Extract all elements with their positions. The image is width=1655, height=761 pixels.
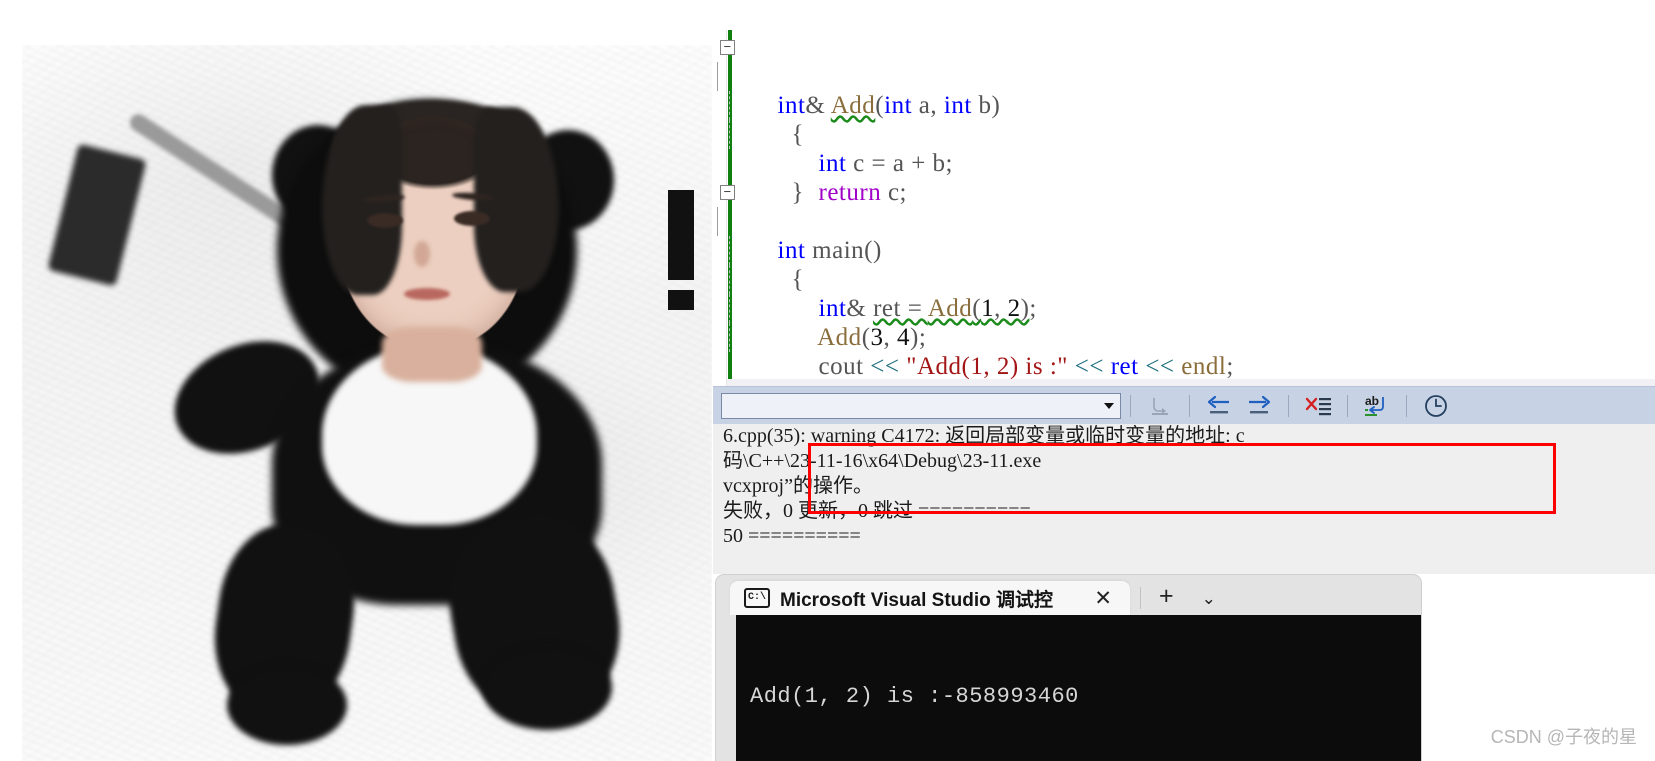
go-to-previous-message-button[interactable]: [1199, 391, 1239, 421]
chevron-down-icon[interactable]: [1104, 402, 1114, 409]
panda-foot-left: [227, 665, 347, 745]
code-line-2: {: [717, 62, 1655, 148]
code-line-3: int c = a + b;: [729, 91, 1655, 177]
code-line-7: {: [717, 207, 1655, 293]
face-eye-left: [367, 213, 403, 228]
toolbar-separator: [1347, 394, 1348, 417]
indent-guide: [729, 294, 730, 323]
exclamation-mark-icon: [668, 190, 694, 310]
code-line-1: − int& Add(int a, int b): [720, 33, 1655, 119]
code-line-10: cout << "Add(1, 2) is :" << ret << endl;: [729, 294, 1655, 380]
console-tab-title: Microsoft Visual Studio 调试控: [780, 589, 1054, 611]
code-line-11: return 0;: [729, 323, 1655, 387]
output-line: vcxproj”的操作。: [723, 475, 873, 497]
indent-guide: [729, 91, 730, 120]
code-line-9: Add(3, 4);: [729, 265, 1655, 351]
chevron-down-icon[interactable]: ⌄: [1188, 589, 1230, 615]
code-line-5: }: [737, 149, 1655, 206]
code-line-8: int& ret = Add(1, 2);: [729, 236, 1655, 322]
code-line-12: }: [737, 352, 1655, 387]
indent-guide: [729, 236, 730, 265]
console-icon: C:\: [744, 588, 770, 608]
meme-image-panel: [22, 45, 712, 761]
output-line: 6.cpp(35): warning C4172: 返回局部变量或临时变量的地址…: [723, 425, 1245, 447]
brace-guide-main: [717, 207, 718, 236]
face-eye-right: [454, 211, 490, 226]
exclamation-dot: [668, 290, 694, 310]
face-mouth: [404, 288, 450, 300]
new-tab-button[interactable]: +: [1145, 582, 1188, 615]
output-toolbar: ab: [713, 386, 1655, 424]
tabbar-separator: [1140, 587, 1141, 609]
code-line-6: − int main(): [720, 178, 1655, 264]
go-to-next-message-button[interactable]: [1239, 391, 1279, 421]
toolbar-separator: [1288, 394, 1289, 417]
close-icon[interactable]: ✕: [1086, 586, 1120, 611]
csdn-watermark: CSDN @子夜的星: [1490, 727, 1637, 747]
toolbar-separator: [1130, 394, 1131, 417]
console-window[interactable]: C:\ Microsoft Visual Studio 调试控 ✕ + ⌄ Ad…: [716, 575, 1421, 761]
brace-guide-add: [717, 62, 718, 91]
output-line: 50 ==========: [723, 525, 861, 547]
indent-guide: [729, 265, 730, 294]
toolbar-separator: [1406, 394, 1407, 417]
toolbar-separator: [1189, 394, 1190, 417]
find-message-in-code-button[interactable]: [1140, 391, 1180, 421]
console-line: Add(1, 2) is :-858993460: [750, 684, 1079, 709]
output-source-select[interactable]: [721, 392, 1121, 419]
toggle-word-wrap-button[interactable]: ab: [1357, 391, 1397, 421]
code-content[interactable]: − int& Add(int a, int b) { int c = a + b…: [717, 33, 1655, 387]
code-line-4: return c;: [729, 120, 1655, 206]
face-neck: [382, 327, 482, 382]
indent-guide: [729, 120, 730, 149]
editor-gutter: [713, 30, 727, 387]
output-line: 码\C++\23-11-16\x64\Debug\23-11.exe: [723, 450, 1042, 472]
code-editor[interactable]: − int& Add(int a, int b) { int c = a + b…: [713, 30, 1655, 387]
console-tabbar: C:\ Microsoft Visual Studio 调试控 ✕ + ⌄: [716, 575, 1421, 615]
fold-toggle-main-icon[interactable]: −: [720, 185, 735, 200]
exclamation-bar: [668, 190, 694, 280]
indent-guide: [729, 323, 730, 352]
fold-toggle-add-icon[interactable]: −: [720, 40, 735, 55]
output-pane[interactable]: 6.cpp(35): warning C4172: 返回局部变量或临时变量的地址…: [713, 424, 1655, 574]
output-line: 失败，0 更新，0 跳过 ==========: [723, 500, 1031, 522]
show-output-timestamps-button[interactable]: [1416, 391, 1456, 421]
console-output[interactable]: Add(1, 2) is :-858993460 D:\代码\C++\23-11…: [736, 615, 1421, 761]
clear-all-button[interactable]: [1298, 391, 1338, 421]
face-nose: [414, 241, 430, 267]
console-tab[interactable]: C:\ Microsoft Visual Studio 调试控 ✕: [730, 581, 1130, 615]
svg-text:ab: ab: [1365, 394, 1379, 408]
panda-foot-right: [482, 645, 612, 730]
